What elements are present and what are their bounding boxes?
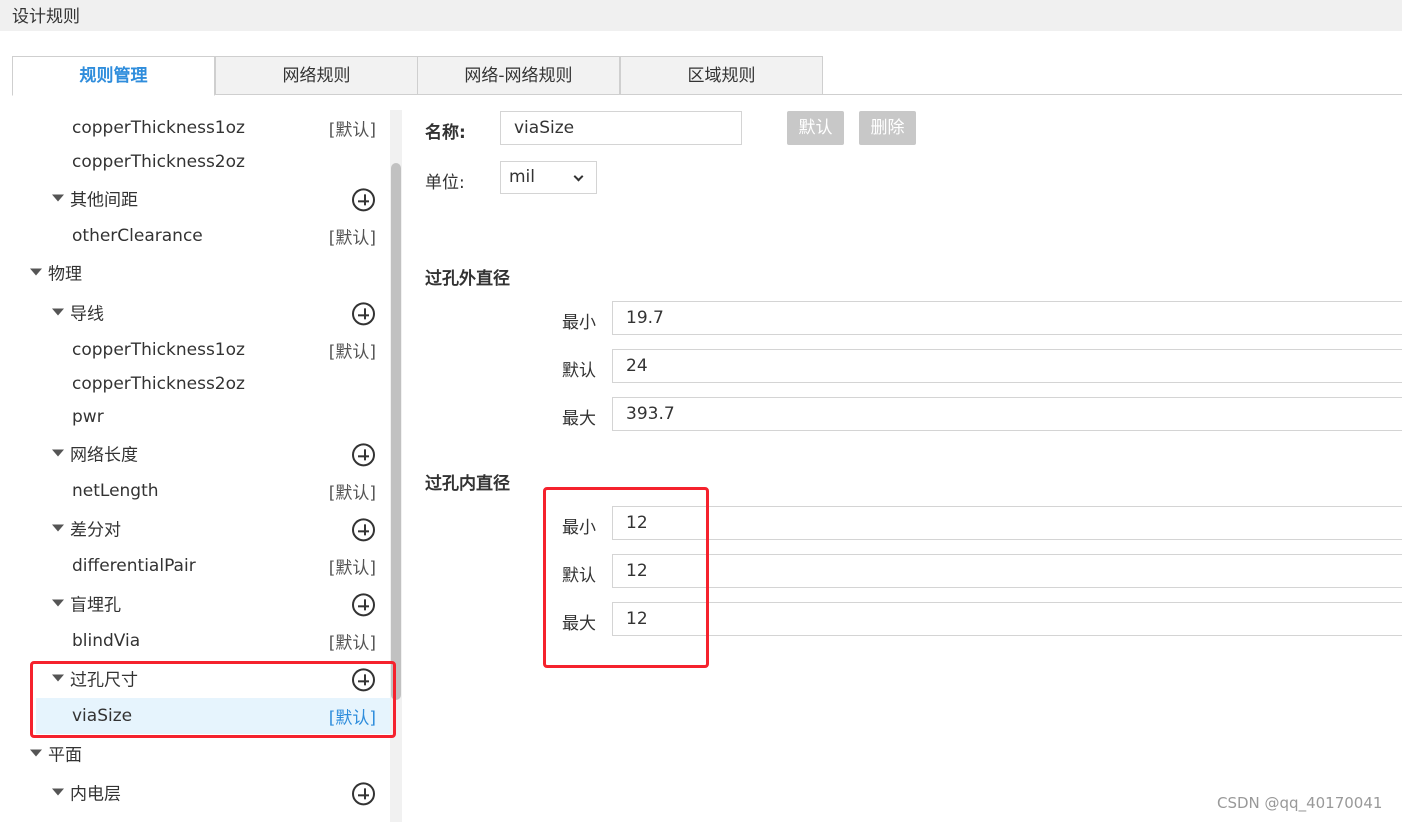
tree-item-label: copperThickness2oz [72,374,245,394]
outer-min-input[interactable]: 19.7 [612,301,1402,335]
add-rule-icon[interactable] [352,668,375,692]
tree-item-label: copperThickness1oz [72,118,245,138]
tree-item-netlength[interactable]: netLength [默认] [12,473,390,509]
inner-min-input[interactable]: 12 [612,506,1402,540]
tree-group-label: 网络长度 [70,445,138,466]
tree-category-label: 物理 [48,264,82,285]
default-tag[interactable]: [默认] [329,116,376,141]
inner-max-label: 最大 [562,614,596,634]
expand-arrow-icon[interactable] [30,268,42,276]
expand-arrow-icon[interactable] [52,674,64,682]
unit-select-value: mil [509,167,536,187]
outer-default-label: 默认 [562,361,596,381]
add-rule-icon[interactable] [352,782,375,806]
tree-item-label: copperThickness1oz [72,340,245,360]
tab-bar: 规则管理 网络规则 网络-网络规则 区域规则 [12,56,1402,96]
name-label: 名称: [425,123,466,143]
rule-tree: copperThickness1oz [默认] copperThickness2… [12,110,390,822]
default-tag[interactable]: [默认] [329,554,376,579]
tree-category-label: 平面 [48,745,82,766]
watermark: CSDN @qq_40170041 [1217,794,1383,812]
inner-diameter-title: 过孔内直径 [425,474,510,494]
tree-group-differential-pair[interactable]: 差分对 [12,510,390,546]
add-rule-icon[interactable] [352,302,375,326]
tree-item-differentialpair[interactable]: differentialPair [默认] [12,548,390,584]
outer-default-input[interactable]: 24 [612,349,1402,383]
default-tag[interactable]: [默认] [329,224,376,249]
delete-button[interactable]: 删除 [859,111,916,145]
tree-item-label: netLength [72,481,159,501]
tree-group-label: 过孔尺寸 [70,670,138,691]
tree-item-otherclearance[interactable]: otherClearance [默认] [12,218,390,254]
tree-item-label: viaSize [72,706,133,726]
add-rule-icon[interactable] [352,443,375,467]
default-tag[interactable]: [默认] [329,338,376,363]
tree-group-blind-via[interactable]: 盲埋孔 [12,585,390,621]
tree-item-label: blindVia [72,631,141,651]
outer-max-label: 最大 [562,409,596,429]
tree-item-label: pwr [72,407,104,427]
expand-arrow-icon[interactable] [52,449,64,457]
tree-group-label: 其他间距 [70,190,138,211]
tree-group-track[interactable]: 导线 [12,294,390,330]
tree-item-copperthickness2oz[interactable]: copperThickness2oz [12,144,390,180]
default-button[interactable]: 默认 [787,111,844,145]
tree-item-copperthickness2oz[interactable]: copperThickness2oz [12,366,390,402]
tree-item-blindvia[interactable]: blindVia [默认] [12,623,390,659]
outer-max-input[interactable]: 393.7 [612,397,1402,431]
tree-item-pwr[interactable]: pwr [12,399,390,435]
add-rule-icon[interactable] [352,188,375,212]
tree-item-copperthickness1oz[interactable]: copperThickness1oz [默认] [12,332,390,368]
expand-arrow-icon[interactable] [52,524,64,532]
name-input[interactable]: viaSize [500,111,742,145]
tab-rule-management[interactable]: 规则管理 [12,56,215,96]
expand-arrow-icon[interactable] [30,749,42,757]
tree-group-label: 内电层 [70,784,121,805]
expand-arrow-icon[interactable] [52,788,64,796]
tree-group-inner-plane[interactable]: 内电层 [12,774,390,810]
tree-item-label: differentialPair [72,556,196,576]
tree-item-copperthickness1oz[interactable]: copperThickness1oz [默认] [12,110,390,146]
tab-region-rules[interactable]: 区域规则 [620,56,823,95]
inner-max-input[interactable]: 12 [612,602,1402,636]
expand-arrow-icon[interactable] [52,308,64,316]
window-title: 设计规则 [0,0,1402,31]
tree-scrollbar-thumb[interactable] [391,163,401,700]
tab-net-rules[interactable]: 网络规则 [215,56,418,95]
expand-arrow-icon[interactable] [52,194,64,202]
tree-group-label: 差分对 [70,520,121,541]
unit-label: 单位: [425,173,465,193]
inner-default-input[interactable]: 12 [612,554,1402,588]
tree-item-label: otherClearance [72,226,203,246]
outer-diameter-title: 过孔外直径 [425,269,510,289]
inner-default-label: 默认 [562,566,596,586]
tree-category-plane[interactable]: 平面 [12,735,390,771]
tree-group-via-size[interactable]: 过孔尺寸 [12,660,390,696]
tree-group-label: 导线 [70,304,104,325]
unit-select[interactable]: mil [500,161,597,194]
add-rule-icon[interactable] [352,593,375,617]
tree-group-net-length[interactable]: 网络长度 [12,435,390,471]
tree-item-label: copperThickness2oz [72,152,245,172]
tab-net-net-rules[interactable]: 网络-网络规则 [417,56,620,95]
expand-arrow-icon[interactable] [52,599,64,607]
tree-group-other-clearance[interactable]: 其他间距 [12,180,390,216]
default-tag[interactable]: [默认] [329,479,376,504]
tree-category-physical[interactable]: 物理 [12,254,390,290]
chevron-down-icon [573,171,584,182]
add-rule-icon[interactable] [352,518,375,542]
outer-min-label: 最小 [562,313,596,333]
tree-group-label: 盲埋孔 [70,595,121,616]
inner-min-label: 最小 [562,518,596,538]
tree-item-viasize[interactable]: viaSize [默认] [36,698,390,734]
default-tag[interactable]: [默认] [329,629,376,654]
default-tag[interactable]: [默认] [329,704,376,729]
